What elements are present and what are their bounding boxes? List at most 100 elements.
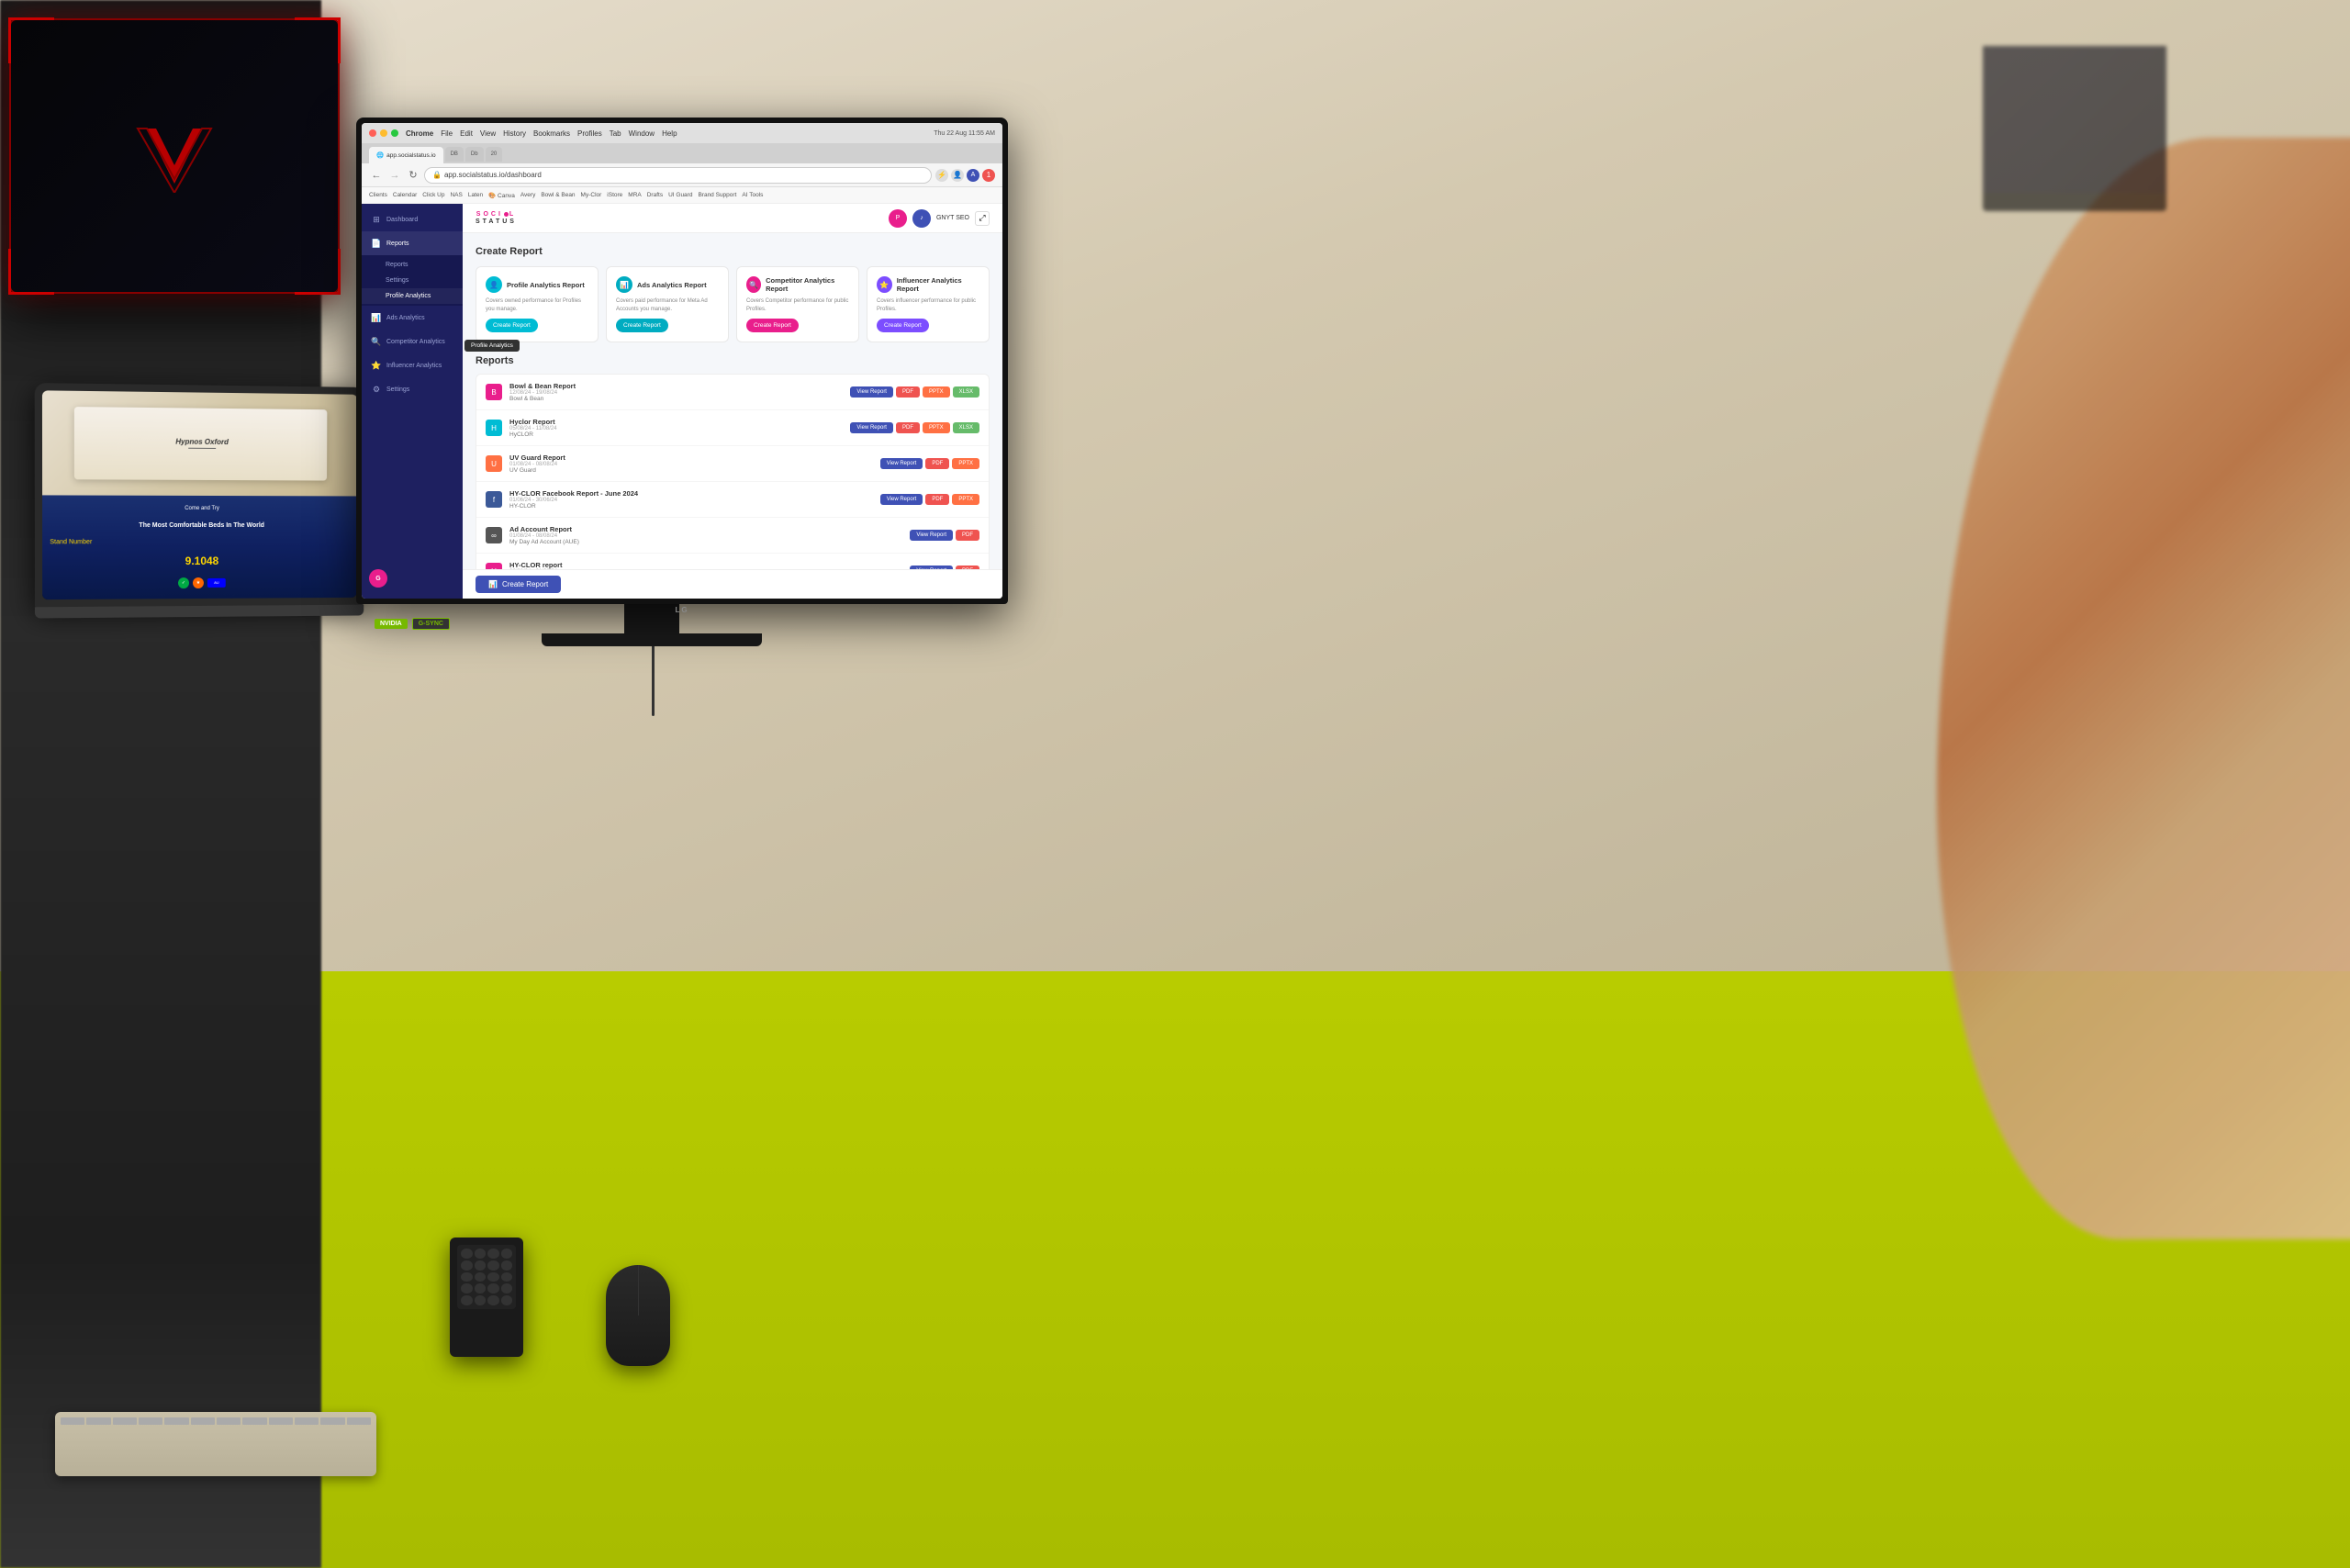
pdf-hyclor-fb[interactable]: PDF	[925, 494, 949, 505]
notification-icon[interactable]: 1	[982, 169, 995, 182]
bookmark-ai-tools[interactable]: AI Tools	[742, 192, 763, 198]
pdf-ad[interactable]: PDF	[956, 530, 979, 541]
footer-create-report-btn[interactable]: 📊 Create Report	[476, 576, 561, 593]
bookmark-canva[interactable]: 🎨 Canva	[488, 192, 515, 199]
extensions-icon[interactable]: ⚡	[935, 169, 948, 182]
mouse	[606, 1265, 670, 1366]
sidebar-item-influencer[interactable]: ⭐ Influencer Analytics	[362, 353, 463, 377]
pptx-bowl[interactable]: PPTX	[923, 386, 950, 398]
create-profile-report-btn[interactable]: Create Report	[486, 319, 538, 332]
bookmark-calendar[interactable]: Calendar	[393, 192, 417, 198]
pptx-hyclor[interactable]: PPTX	[923, 422, 950, 433]
speaker-dot	[461, 1260, 473, 1271]
sidebar-item-competitor[interactable]: 🔍 Competitor Analytics	[362, 330, 463, 353]
key	[164, 1417, 188, 1425]
bookmark-ui-guard[interactable]: UI Guard	[668, 192, 692, 198]
menu-help[interactable]: Help	[662, 129, 677, 138]
nav-refresh-button[interactable]: ↻	[406, 168, 420, 183]
bookmark-drafts[interactable]: Drafts	[647, 192, 663, 198]
reports-table: B Bowl & Bean Report 12/08/24 - 19/08/24…	[476, 374, 990, 569]
bookmark-myclor[interactable]: My-Clor	[581, 192, 602, 198]
xlsx-bowl[interactable]: XLSX	[953, 386, 979, 398]
minimize-button[interactable]	[380, 129, 387, 137]
menu-window[interactable]: Window	[629, 129, 655, 138]
header-music-btn[interactable]: ♪	[912, 209, 931, 228]
menu-history[interactable]: History	[503, 129, 526, 138]
pptx-hyclor-fb[interactable]: PPTX	[952, 494, 979, 505]
xlsx-hyclor[interactable]: XLSX	[953, 422, 979, 433]
create-ads-report-btn[interactable]: Create Report	[616, 319, 668, 332]
view-report-uvguard[interactable]: View Report	[880, 458, 923, 469]
view-report-bowl[interactable]: View Report	[850, 386, 893, 398]
nav-forward-button[interactable]: →	[387, 168, 402, 183]
sidebar-item-settings[interactable]: ⚙ Settings	[362, 377, 463, 401]
bookmark-brand-support[interactable]: Brand Support	[698, 192, 736, 198]
create-influencer-report-btn[interactable]: Create Report	[877, 319, 929, 332]
key	[320, 1417, 344, 1425]
competitor-card-header: 🔍 Competitor Analytics Report	[746, 276, 849, 293]
row-name-hyclor-fb: HY-CLOR Facebook Report - June 2024	[509, 489, 873, 498]
nav-back-button[interactable]: ←	[369, 168, 384, 183]
profile-card-title: Profile Analytics Report	[507, 281, 585, 289]
dashboard-label: Dashboard	[386, 217, 418, 223]
hotel-name-text: Hypnos Oxford	[175, 438, 229, 447]
tab-other-2[interactable]: Db	[465, 147, 484, 162]
sidebar-item-dashboard[interactable]: ⊞ Dashboard	[362, 207, 463, 231]
view-report-ad[interactable]: View Report	[910, 530, 953, 541]
pdf-uvguard[interactable]: PDF	[925, 458, 949, 469]
bookmark-mra[interactable]: MRA	[628, 192, 641, 198]
tab-other-3[interactable]: 20	[486, 147, 503, 162]
datetime: Thu 22 Aug 11:55 AM	[934, 130, 995, 137]
sidebar-item-reports[interactable]: 📄 Reports	[362, 231, 463, 255]
reports-list-title: Reports	[476, 355, 990, 366]
row-actions-hyclor: View Report PDF PPTX XLSX	[850, 422, 979, 433]
tab-other-1[interactable]: DB	[445, 147, 464, 162]
fullscreen-button[interactable]	[391, 129, 398, 137]
create-competitor-report-btn[interactable]: Create Report	[746, 319, 799, 332]
gsync-badge: G-SYNC	[412, 618, 450, 630]
bookmark-avery[interactable]: Avery	[520, 192, 536, 198]
view-report-hyclor-fb[interactable]: View Report	[880, 494, 923, 505]
menu-tab[interactable]: Tab	[610, 129, 621, 138]
key	[61, 1417, 84, 1425]
report-card-competitor: 🔍 Competitor Analytics Report Covers Com…	[736, 266, 859, 342]
menu-bookmarks[interactable]: Bookmarks	[533, 129, 570, 138]
header-expand-btn[interactable]: ⤢	[975, 211, 990, 226]
row-info-hy-clor: HY-CLOR report 26/08/24 - 31/08/24 HY CL…	[509, 561, 902, 569]
menu-profiles[interactable]: Profiles	[577, 129, 602, 138]
header-profile-btn[interactable]: P	[889, 209, 907, 228]
submenu-reports[interactable]: Reports	[362, 257, 463, 273]
mac-titlebar: Chrome File Edit View History Bookmarks …	[362, 123, 1002, 143]
bookmark-clickup[interactable]: Click Up	[422, 192, 444, 198]
pptx-uvguard[interactable]: PPTX	[952, 458, 979, 469]
bookmark-laten[interactable]: Laten	[468, 192, 483, 198]
close-button[interactable]	[369, 129, 376, 137]
pdf-bowl[interactable]: PDF	[896, 386, 920, 398]
row-icon-hy-clor: H	[486, 563, 502, 569]
monitor-badges: NVIDIA G-SYNC	[375, 618, 450, 630]
submenu-settings[interactable]: Settings	[362, 273, 463, 288]
ads-card-icon: 📊	[616, 276, 632, 293]
user-avatar[interactable]: G	[369, 569, 387, 588]
row-client-hyclor: HyCLOR	[509, 431, 843, 438]
bookmark-bowl-bean[interactable]: Bowl & Bean	[541, 192, 575, 198]
sidebar-item-ads-analytics[interactable]: 📊 Ads Analytics	[362, 306, 463, 330]
submenu-profile-analytics[interactable]: Profile Analytics	[362, 288, 463, 304]
laptop-base	[35, 605, 364, 619]
address-bar[interactable]: 🔒 app.socialstatus.io/dashboard	[424, 167, 932, 184]
speaker-dot	[501, 1295, 513, 1305]
view-report-hyclor[interactable]: View Report	[850, 422, 893, 433]
pdf-hyclor[interactable]: PDF	[896, 422, 920, 433]
bookmark-istore[interactable]: iStore	[607, 192, 622, 198]
bookmark-nas[interactable]: NAS	[450, 192, 462, 198]
speaker-dot	[501, 1283, 513, 1294]
menu-chrome[interactable]: Chrome	[406, 129, 433, 138]
nav-right-controls: ⚡ 👤 A 1	[935, 169, 995, 182]
bookmark-clients[interactable]: Clients	[369, 192, 387, 198]
menu-view[interactable]: View	[480, 129, 496, 138]
menu-file[interactable]: File	[441, 129, 453, 138]
tab-active[interactable]: 🌐 app.socialstatus.io	[369, 147, 443, 163]
menu-edit[interactable]: Edit	[460, 129, 473, 138]
profile-icon[interactable]: 👤	[951, 169, 964, 182]
account-icon[interactable]: A	[967, 169, 979, 182]
